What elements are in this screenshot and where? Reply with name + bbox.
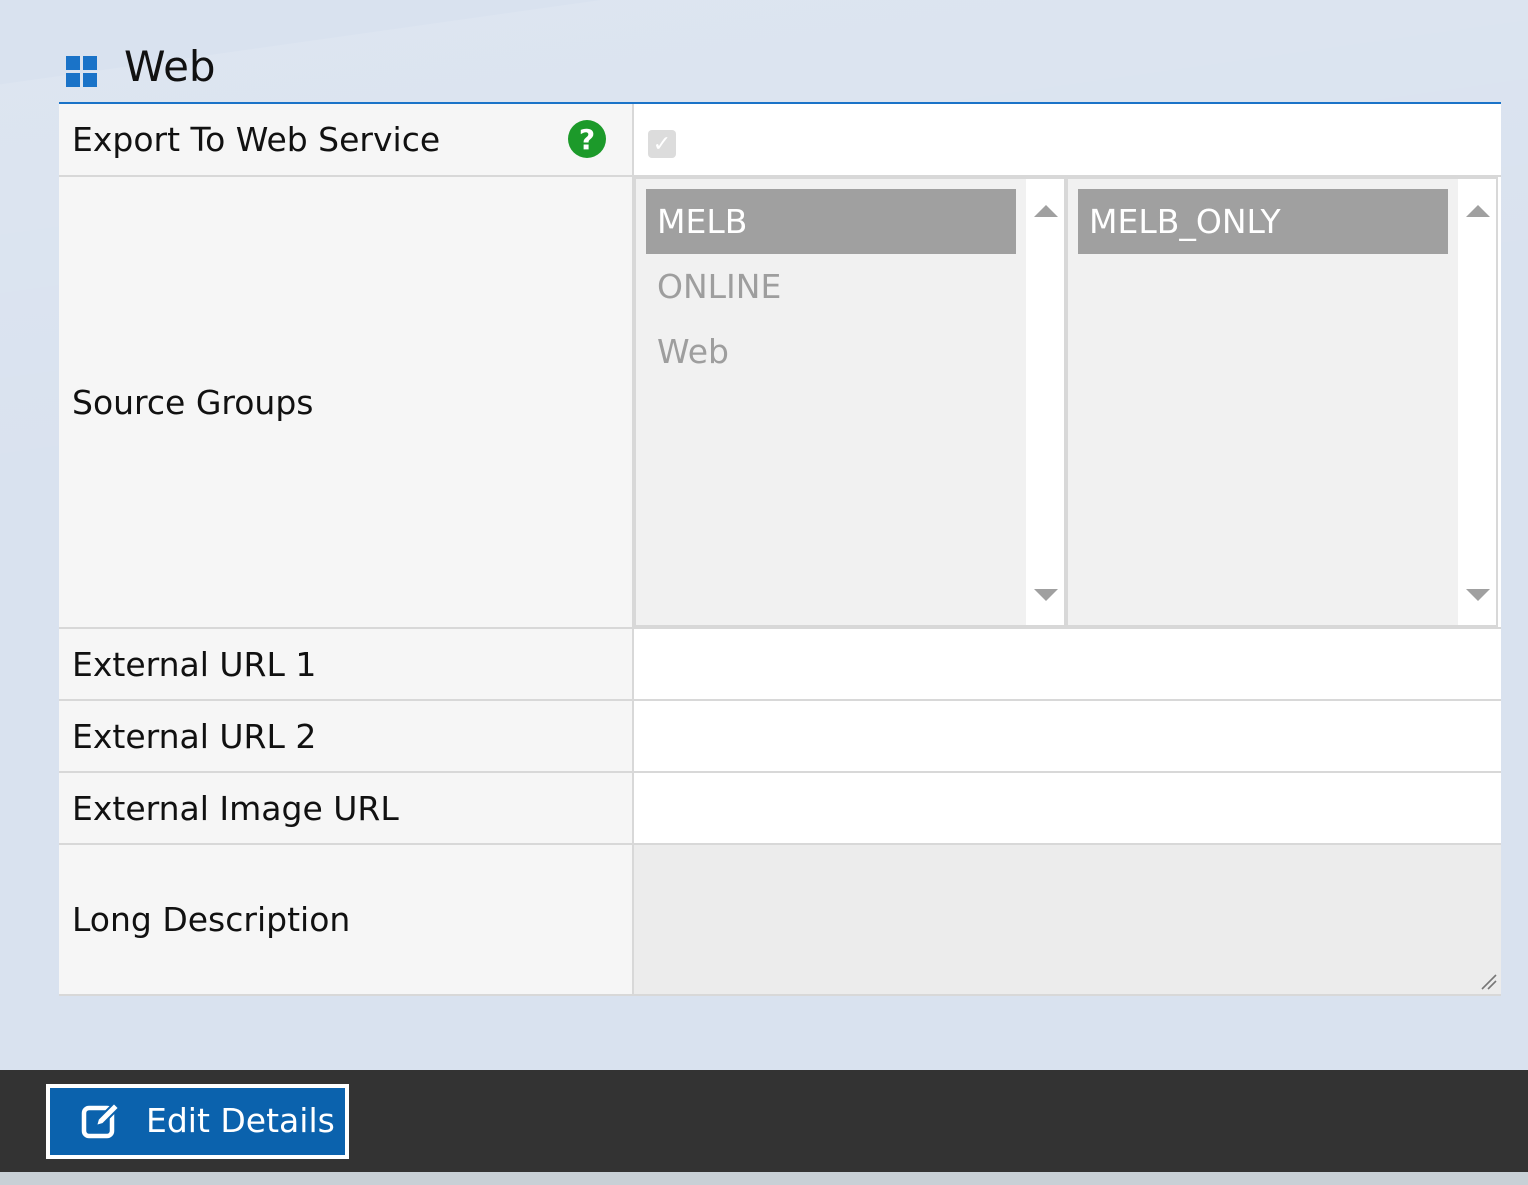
scroll-up-arrow-icon[interactable]: [1034, 205, 1058, 217]
web-details-form: Export To Web Service ? ✓ Source Groups …: [59, 104, 1501, 996]
row-external-image-url: External Image URL: [59, 773, 1501, 845]
edit-details-label: Edit Details: [146, 1101, 335, 1140]
row-source-groups: Source Groups MELB ONLINE Web MELB_ONLY: [59, 177, 1501, 629]
row-external-url-1: External URL 1: [59, 629, 1501, 701]
scroll-down-arrow-icon[interactable]: [1034, 589, 1058, 601]
source-groups-label: Source Groups: [72, 382, 314, 422]
list-option[interactable]: ONLINE: [646, 254, 1016, 319]
export-to-web-service-label: Export To Web Service: [72, 120, 441, 159]
export-to-web-service-checkbox[interactable]: ✓: [648, 130, 676, 158]
row-export-to-web-service: Export To Web Service ? ✓: [59, 104, 1501, 177]
external-url-2-field[interactable]: [634, 701, 1501, 771]
list-option[interactable]: Web: [646, 319, 1016, 384]
list-option[interactable]: MELB: [646, 189, 1016, 254]
available-source-groups-list[interactable]: MELB ONLINE Web: [634, 177, 1066, 627]
bottom-strip: [0, 1172, 1528, 1185]
assigned-list-scrollbar[interactable]: [1458, 179, 1496, 625]
external-url-1-label: External URL 1: [72, 644, 317, 684]
list-option[interactable]: MELB_ONLY: [1078, 189, 1448, 254]
long-description-textarea[interactable]: [634, 845, 1501, 994]
resize-handle-icon[interactable]: [1479, 972, 1497, 990]
scroll-up-arrow-icon[interactable]: [1466, 205, 1490, 217]
external-image-url-field[interactable]: [634, 773, 1501, 843]
external-image-url-label: External Image URL: [72, 788, 399, 828]
windows-grid-icon: [66, 56, 98, 88]
external-url-1-field[interactable]: [634, 629, 1501, 699]
edit-icon: [81, 1101, 121, 1139]
external-url-2-label: External URL 2: [72, 716, 317, 756]
question-icon[interactable]: ?: [568, 120, 606, 158]
section-header: Web: [59, 40, 1501, 104]
scroll-down-arrow-icon[interactable]: [1466, 589, 1490, 601]
row-external-url-2: External URL 2: [59, 701, 1501, 773]
available-list-scrollbar[interactable]: [1026, 179, 1064, 625]
section-title: Web: [124, 42, 216, 91]
footer-bar: Edit Details: [0, 1070, 1528, 1172]
long-description-label: Long Description: [72, 900, 351, 939]
edit-details-button[interactable]: Edit Details: [46, 1084, 349, 1159]
assigned-source-groups-list[interactable]: MELB_ONLY: [1066, 177, 1498, 627]
row-long-description: Long Description: [59, 845, 1501, 996]
